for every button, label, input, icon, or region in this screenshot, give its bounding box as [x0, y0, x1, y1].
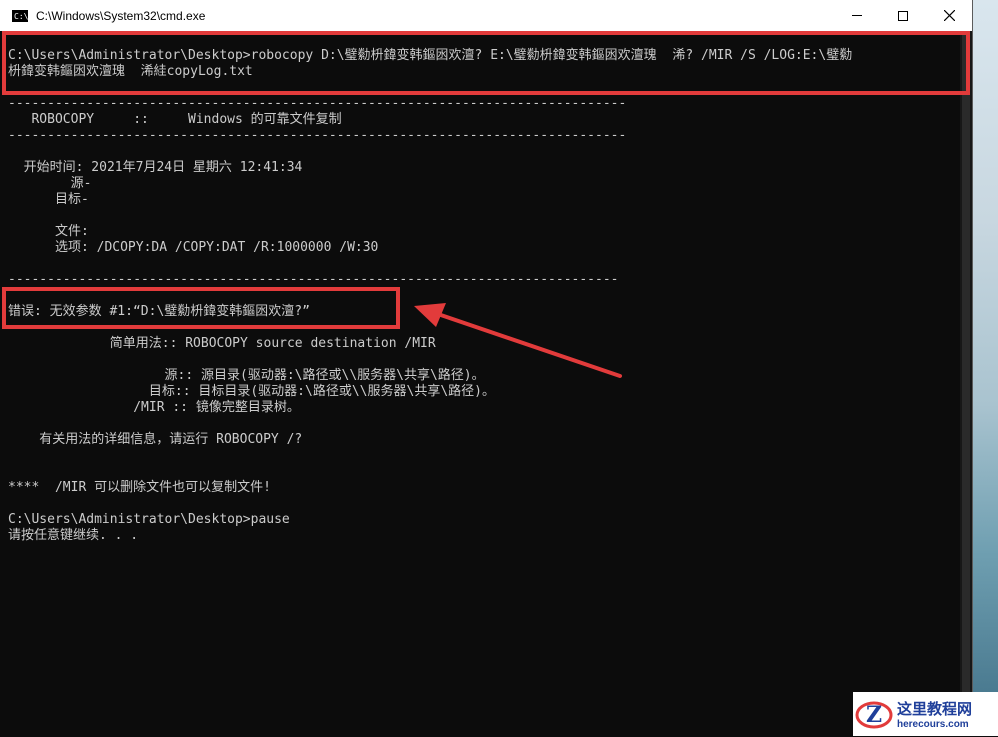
source-line: 源-	[8, 176, 92, 191]
svg-text:Z: Z	[866, 702, 882, 728]
desktop-background	[972, 0, 998, 736]
robocopy-header: ROBOCOPY :: Windows 的可靠文件复制	[8, 112, 342, 127]
cmd-icon: C:\	[12, 9, 29, 22]
separator: ----------------------------------------…	[8, 96, 627, 111]
window-title: C:\Windows\System32\cmd.exe	[36, 8, 206, 23]
start-time: 开始时间: 2021年7月24日 星期六 12:41:34	[8, 160, 303, 175]
scrollbar-thumb[interactable]	[962, 31, 970, 736]
pause-command: C:\Users\Administrator\Desktop>pause	[8, 512, 290, 527]
maximize-button[interactable]	[880, 0, 926, 31]
minimize-icon	[852, 15, 862, 16]
close-button[interactable]	[926, 0, 972, 31]
usage-mir: /MIR :: 镜像完整目录树。	[8, 400, 300, 415]
close-icon	[943, 10, 955, 21]
separator: ----------------------------------------…	[8, 128, 627, 143]
command-highlight-box	[2, 31, 970, 95]
cmd-window[interactable]: C:\ C:\Windows\System32\cmd.exe C:\Users…	[0, 0, 973, 736]
error-highlight-box	[2, 287, 400, 329]
usage-dest: 目标:: 目标目录(驱动器:\路径或\\服务器\共享\路径)。	[8, 384, 495, 399]
watermark-name: 这里教程网	[897, 700, 973, 718]
console-output[interactable]: C:\Users\Administrator\Desktop>robocopy …	[0, 40, 960, 736]
mir-warning: **** /MIR 可以删除文件也可以复制文件!	[8, 480, 271, 495]
scrollbar[interactable]	[960, 31, 972, 736]
press-any-key: 请按任意键继续. . .	[8, 528, 139, 543]
minimize-button[interactable]	[834, 0, 880, 31]
options-line: 选项: /DCOPY:DA /COPY:DAT /R:1000000 /W:30	[8, 240, 379, 255]
separator: ----------------------------------------…	[8, 272, 619, 287]
dest-line: 目标-	[8, 192, 89, 207]
watermark-logo-icon: Z	[855, 695, 893, 733]
maximize-icon	[898, 10, 908, 21]
usage-line: 简单用法:: ROBOCOPY source destination /MIR	[8, 336, 436, 351]
watermark-url: herecours.com	[897, 719, 969, 730]
files-line: 文件:	[8, 224, 89, 239]
title-bar[interactable]: C:\ C:\Windows\System32\cmd.exe	[0, 0, 972, 31]
site-watermark: Z 这里教程网 herecours.com	[853, 692, 998, 736]
help-line: 有关用法的详细信息，请运行 ROBOCOPY /?	[8, 432, 303, 447]
usage-source: 源:: 源目录(驱动器:\路径或\\服务器\共享\路径)。	[8, 368, 485, 383]
